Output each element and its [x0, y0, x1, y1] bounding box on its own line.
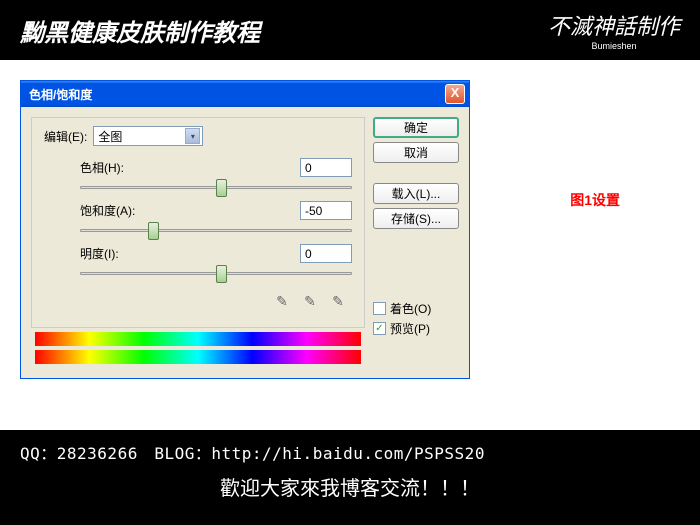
hue-label: 色相(H):	[80, 159, 124, 176]
lightness-row: 明度(I): 0	[80, 244, 352, 283]
lightness-label: 明度(I):	[80, 245, 119, 262]
dialog-titlebar[interactable]: 色相/饱和度 X	[21, 81, 469, 107]
colorize-checkbox[interactable]	[373, 302, 386, 315]
cancel-button[interactable]: 取消	[373, 142, 459, 163]
saturation-input[interactable]: -50	[300, 201, 352, 220]
contact-info: QQ：28236266 BLOG：http://hi.baidu.com/PSP…	[20, 440, 680, 464]
saturation-label: 饱和度(A):	[80, 202, 135, 219]
logo-subtext: Bumieshen	[548, 41, 680, 51]
hue-saturation-dialog: 色相/饱和度 X 编辑(E): 全图 ▾ 色相(H):	[20, 80, 470, 379]
edit-row: 编辑(E): 全图 ▾	[44, 126, 352, 146]
colorize-label: 着色(O)	[390, 300, 431, 317]
dialog-title: 色相/饱和度	[29, 86, 92, 103]
checkbox-group: 着色(O) ✓ 预览(P)	[373, 297, 459, 340]
hue-thumb[interactable]	[216, 179, 227, 197]
saturation-thumb[interactable]	[148, 222, 159, 240]
figure-annotation: 图1设置	[570, 190, 620, 210]
eyedropper-plus-icon[interactable]: ✎	[300, 291, 320, 311]
hue-input[interactable]: 0	[300, 158, 352, 177]
controls-panel: 编辑(E): 全图 ▾ 色相(H): 0	[31, 117, 365, 368]
edit-dropdown[interactable]: 全图 ▾	[93, 126, 203, 146]
colorize-row[interactable]: 着色(O)	[373, 300, 459, 317]
chevron-down-icon: ▾	[185, 128, 200, 144]
edit-label: 编辑(E):	[44, 128, 87, 145]
lightness-thumb[interactable]	[216, 265, 227, 283]
close-button[interactable]: X	[445, 84, 465, 104]
preview-row[interactable]: ✓ 预览(P)	[373, 320, 459, 337]
page-header: 黝黑健康皮肤制作教程 不滅神話制作 Bumieshen	[0, 0, 700, 60]
welcome-message: 歡迎大家來我博客交流！！！	[20, 472, 680, 501]
eyedropper-group: ✎ ✎ ✎	[48, 291, 348, 311]
page-footer: QQ：28236266 BLOG：http://hi.baidu.com/PSP…	[0, 430, 700, 501]
preview-label: 预览(P)	[390, 320, 430, 337]
author-logo: 不滅神話制作 Bumieshen	[548, 9, 680, 51]
button-panel: 确定 取消 载入(L)... 存储(S)... 着色(O) ✓ 预览(P)	[373, 117, 459, 368]
main-area: 色相/饱和度 X 编辑(E): 全图 ▾ 色相(H):	[0, 60, 700, 430]
ok-button[interactable]: 确定	[373, 117, 459, 138]
spectrum-bar-bottom	[35, 350, 361, 364]
lightness-slider[interactable]	[80, 265, 352, 283]
hue-row: 色相(H): 0	[80, 158, 352, 197]
eyedropper-minus-icon[interactable]: ✎	[328, 291, 348, 311]
save-button[interactable]: 存储(S)...	[373, 208, 459, 229]
tutorial-title: 黝黑健康皮肤制作教程	[20, 13, 260, 48]
edit-fieldset: 编辑(E): 全图 ▾ 色相(H): 0	[31, 117, 365, 328]
dialog-body: 编辑(E): 全图 ▾ 色相(H): 0	[21, 107, 469, 378]
spectrum-bar-top	[35, 332, 361, 346]
eyedropper-icon[interactable]: ✎	[272, 291, 292, 311]
saturation-row: 饱和度(A): -50	[80, 201, 352, 240]
preview-checkbox[interactable]: ✓	[373, 322, 386, 335]
load-button[interactable]: 载入(L)...	[373, 183, 459, 204]
hue-slider[interactable]	[80, 179, 352, 197]
saturation-slider[interactable]	[80, 222, 352, 240]
edit-dropdown-value: 全图	[98, 128, 122, 145]
logo-text: 不滅神話制作	[548, 9, 680, 41]
lightness-input[interactable]: 0	[300, 244, 352, 263]
